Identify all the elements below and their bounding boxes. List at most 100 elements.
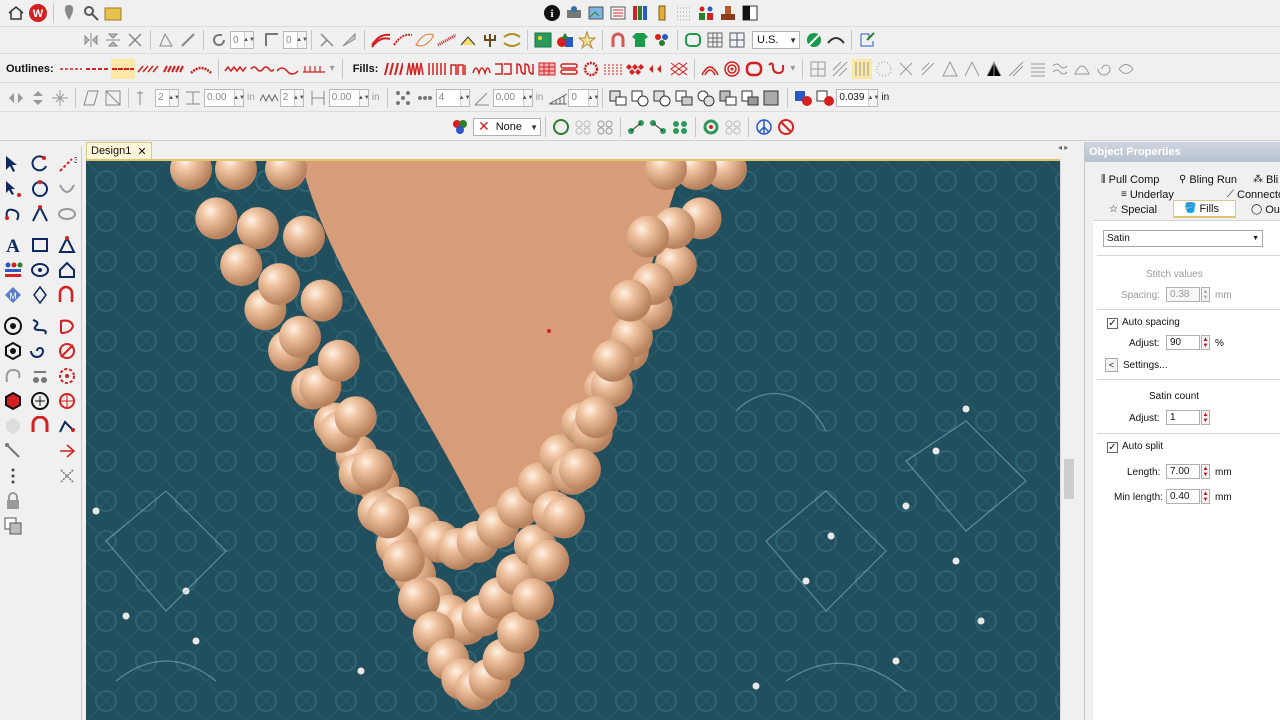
arc-arrow-icon[interactable]: [826, 30, 846, 50]
team-names-icon[interactable]: [2, 259, 24, 281]
fill-satin-icon[interactable]: [383, 59, 404, 79]
fill-flower-icon[interactable]: [744, 59, 764, 79]
outline-wave-icon[interactable]: [276, 59, 300, 79]
node-edit-icon[interactable]: [458, 30, 478, 50]
ellipse-tool-icon[interactable]: [29, 259, 51, 281]
settings-expand-button[interactable]: <: [1105, 358, 1118, 372]
color-select-icon[interactable]: [450, 117, 470, 137]
shape-combine-6-icon[interactable]: [718, 88, 738, 108]
fill-arcs-icon[interactable]: [700, 59, 720, 79]
shirt-icon[interactable]: [630, 30, 650, 50]
image-icon[interactable]: [586, 3, 606, 23]
fan-lines-icon[interactable]: [984, 59, 1004, 79]
array-icon[interactable]: [415, 88, 435, 108]
needle-icon[interactable]: [2, 440, 24, 462]
hatch-icon[interactable]: [830, 59, 850, 79]
outline-arch-icon[interactable]: [189, 59, 213, 79]
count-field[interactable]: 2 ▲▼: [155, 88, 180, 107]
outline-stem-icon[interactable]: [137, 59, 161, 79]
reshape-icon[interactable]: [317, 30, 337, 50]
picture-icon[interactable]: [533, 30, 553, 50]
shape-combine-8-icon[interactable]: [762, 88, 782, 108]
shape-combine-4-icon[interactable]: [674, 88, 694, 108]
fill-step-icon[interactable]: [427, 59, 447, 79]
min-length-field[interactable]: 0.40: [1166, 489, 1200, 504]
color-shapes-2-icon[interactable]: [815, 88, 835, 108]
satin-adjust-spinner[interactable]: ▲ ▼: [1201, 410, 1210, 425]
rotate-icon[interactable]: [209, 30, 229, 50]
mirror-v-icon[interactable]: [103, 30, 123, 50]
spin-arrows[interactable]: ▲▼: [587, 89, 599, 106]
curve-tool-icon[interactable]: [56, 284, 78, 306]
fill-stitch-1-icon[interactable]: [370, 30, 390, 50]
spacing-field[interactable]: 0.00 ▲▼: [204, 88, 245, 107]
shape-combine-3-icon[interactable]: [652, 88, 672, 108]
vertical-dots-icon[interactable]: [2, 465, 24, 487]
loop-icon[interactable]: [2, 365, 24, 387]
no-entry-icon[interactable]: [776, 117, 796, 137]
monogram-icon[interactable]: M: [2, 284, 24, 306]
dots-grid-icon[interactable]: [723, 117, 743, 137]
spiral-tool-icon[interactable]: [29, 340, 51, 362]
spiral-icon[interactable]: [1094, 59, 1114, 79]
digitize-curve-icon[interactable]: [29, 153, 51, 175]
fill-swirl-icon[interactable]: [766, 59, 786, 79]
min-length-spinner[interactable]: ▲ ▼: [1201, 489, 1210, 504]
cross-diag-icon[interactable]: [896, 59, 916, 79]
lock-icon[interactable]: [2, 490, 24, 512]
fork-tool-icon[interactable]: [56, 440, 78, 462]
zigzag-icon[interactable]: [502, 30, 522, 50]
panel-pin-icons[interactable]: ◂ ▸: [1058, 143, 1068, 152]
hexagon-outline-icon[interactable]: [2, 340, 24, 362]
spin-arrows[interactable]: ▲▼: [522, 89, 534, 106]
stencil-icon[interactable]: [56, 315, 78, 337]
info-icon[interactable]: i: [542, 3, 562, 23]
scrollbar-thumb[interactable]: [1064, 459, 1074, 499]
spin-arrows[interactable]: ▲▼: [867, 89, 879, 106]
grid-icon[interactable]: [705, 30, 725, 50]
offset-icon[interactable]: [308, 88, 328, 108]
slash-icon[interactable]: [918, 59, 938, 79]
transform-icon[interactable]: [81, 88, 101, 108]
flowers-icon[interactable]: [652, 30, 672, 50]
spacing-spinner[interactable]: ▲ ▼: [1201, 287, 1210, 302]
radial-tool-icon[interactable]: [56, 390, 78, 412]
contrast-icon[interactable]: [740, 3, 760, 23]
slant-icon[interactable]: [178, 30, 198, 50]
applique-icon[interactable]: [29, 415, 51, 437]
outline-running-icon[interactable]: [59, 59, 83, 79]
wilcom-logo-icon[interactable]: W: [28, 3, 48, 23]
spin-arrows[interactable]: ▲▼: [168, 89, 180, 106]
export-icon[interactable]: [857, 30, 877, 50]
flower-tool-icon[interactable]: [56, 365, 78, 387]
chevron-down-icon[interactable]: ▾: [790, 63, 795, 74]
hexagon-filled-icon[interactable]: [2, 390, 24, 412]
connect-3-icon[interactable]: [670, 117, 690, 137]
satin-adjust-field[interactable]: 1: [1166, 410, 1200, 425]
fill-arrows-icon[interactable]: [647, 59, 667, 79]
fill-wave-icon[interactable]: [515, 59, 535, 79]
thread-icon[interactable]: [652, 3, 672, 23]
shape-combine-5-icon[interactable]: [696, 88, 716, 108]
oval-tool-icon[interactable]: [56, 203, 78, 225]
fill-xstitch-icon[interactable]: [669, 59, 689, 79]
fill-gear-icon[interactable]: [581, 59, 601, 79]
connect-2-icon[interactable]: [648, 117, 668, 137]
triangle-icon[interactable]: [940, 59, 960, 79]
shell-icon[interactable]: [1072, 59, 1092, 79]
list-icon[interactable]: [608, 3, 628, 23]
feather-icon[interactable]: [436, 30, 456, 50]
tab-outlines[interactable]: ◯Out: [1251, 202, 1280, 217]
length-field[interactable]: 7.00: [1166, 464, 1200, 479]
globe-edit-icon[interactable]: [804, 30, 824, 50]
line-numbered-icon[interactable]: 3: [56, 153, 78, 175]
skew-icon[interactable]: [156, 30, 176, 50]
envelope-icon[interactable]: [103, 88, 123, 108]
spacing-icon[interactable]: [183, 88, 203, 108]
spin-arrows[interactable]: ▲▼: [293, 89, 305, 106]
text-tool-icon[interactable]: A: [2, 234, 24, 256]
fill-stitch-2-icon[interactable]: [392, 30, 412, 50]
zigzag-spacing-icon[interactable]: [259, 88, 279, 108]
close-icon[interactable]: ✕: [137, 145, 146, 158]
fill-grid-icon[interactable]: [537, 59, 557, 79]
